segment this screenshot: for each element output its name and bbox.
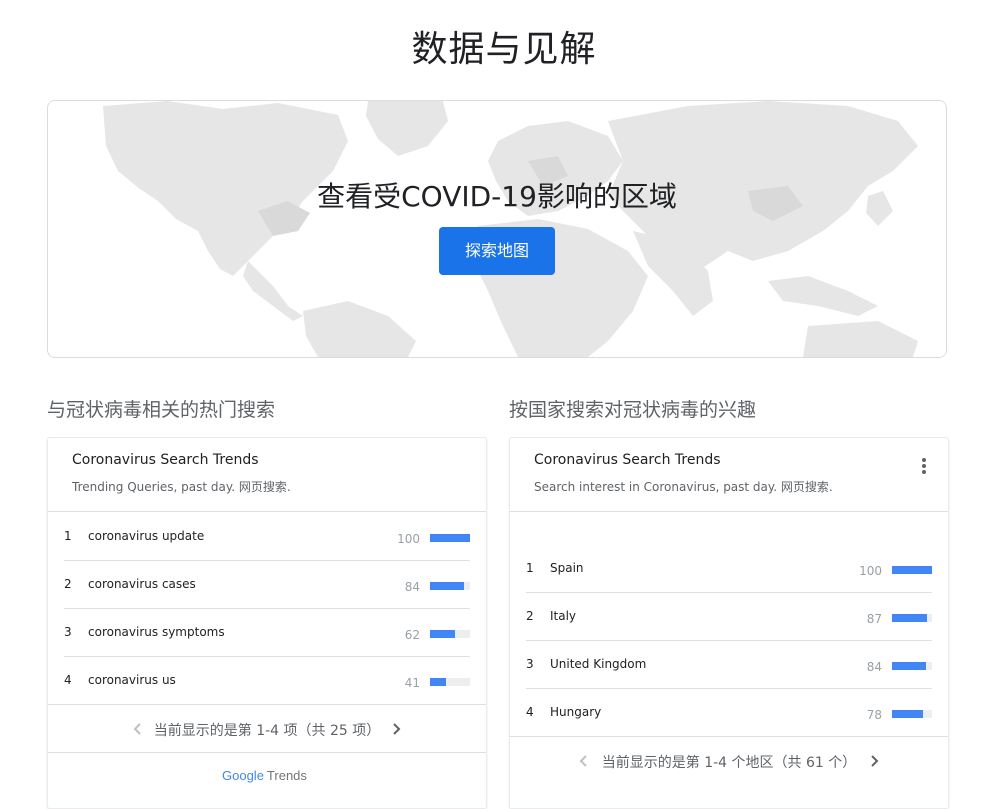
list-item[interactable]: 3 United Kingdom 84 [526,640,932,689]
row-value: 100 [397,532,420,546]
row-label: coronavirus us [88,673,176,687]
row-rank: 3 [64,625,72,639]
widget-subtitle: Trending Queries, past day. 网页搜索. [72,480,291,494]
list-item[interactable]: 2 coronavirus cases 84 [64,560,470,609]
map-card: 查看受COVID-19影响的区域 探索地图 [47,100,947,358]
row-bar [892,566,932,574]
row-bar-fill [892,710,924,718]
pagination: 当前显示的是第 1-4 项（共 25 项） [48,704,486,753]
widget-footer: Google Trends [48,752,486,801]
row-bar [430,630,470,638]
row-bar-fill [430,678,447,686]
row-label: coronavirus cases [88,577,196,591]
row-value: 84 [404,580,420,594]
row-bar-fill [430,534,470,542]
divider [510,511,948,512]
pagination-text: 当前显示的是第 1-4 项（共 25 项） [153,723,381,739]
row-rank: 3 [526,657,534,671]
row-value: 87 [866,612,882,626]
row-bar-fill [430,582,464,590]
related-queries-widget: Coronavirus Search Trends Trending Queri… [47,437,487,809]
row-bar [892,710,932,718]
row-bar [430,534,470,542]
google-trends-logo[interactable]: Google Trends [222,768,307,783]
row-value: 41 [404,676,420,690]
row-label: United Kingdom [550,657,647,671]
google-wordmark: Google [222,768,264,783]
row-label: coronavirus update [88,529,205,543]
list-item[interactable]: 4 coronavirus us 41 [64,656,470,704]
row-label: coronavirus symptoms [88,625,225,639]
row-label: Italy [550,609,577,623]
pagination-text: 当前显示的是第 1-4 个地区（共 61 个） [601,755,857,771]
interest-by-region-heading: 按国家搜索对冠状病毒的兴趣 [509,399,757,421]
widget-title: Coronavirus Search Trends [72,452,259,468]
page-title: 数据与见解 [411,29,597,70]
list-item[interactable]: 4 Hungary 78 [526,688,932,736]
widget-title: Coronavirus Search Trends [534,452,721,468]
row-label: Hungary [550,705,602,719]
row-bar-fill [892,566,932,574]
row-rank: 4 [526,705,534,719]
list-item[interactable]: 1 Spain 100 [526,544,932,593]
row-bar [892,662,932,670]
row-value: 84 [866,660,882,674]
row-rank: 2 [526,609,534,623]
row-value: 100 [859,564,882,578]
explore-map-button[interactable]: 探索地图 [439,227,555,275]
more-vert-icon[interactable] [918,456,930,476]
row-bar [892,614,932,622]
chevron-right-icon[interactable] [866,753,882,769]
row-rank: 1 [526,561,534,575]
trends-wordmark: Trends [266,768,307,783]
list-item[interactable]: 3 coronavirus symptoms 62 [64,608,470,657]
row-rank: 4 [64,673,72,687]
widget-subtitle: Search interest in Coronavirus, past day… [534,480,833,494]
row-bar [430,582,470,590]
map-headline: 查看受COVID-19影响的区域 [317,180,677,213]
row-bar-fill [892,662,926,670]
row-value: 78 [866,708,882,722]
row-bar [430,678,470,686]
chevron-right-icon[interactable] [388,721,404,737]
row-value: 62 [404,628,420,642]
list-item[interactable]: 2 Italy 87 [526,592,932,641]
interest-by-region-widget: Coronavirus Search Trends Search interes… [509,437,949,809]
row-label: Spain [550,561,584,575]
list-item[interactable]: 1 coronavirus update 100 [64,512,470,561]
pagination: 当前显示的是第 1-4 个地区（共 61 个） [510,736,948,785]
row-rank: 1 [64,529,72,543]
related-queries-heading: 与冠状病毒相关的热门搜索 [47,399,276,421]
row-rank: 2 [64,577,72,591]
row-bar-fill [430,630,455,638]
row-bar-fill [892,614,927,622]
